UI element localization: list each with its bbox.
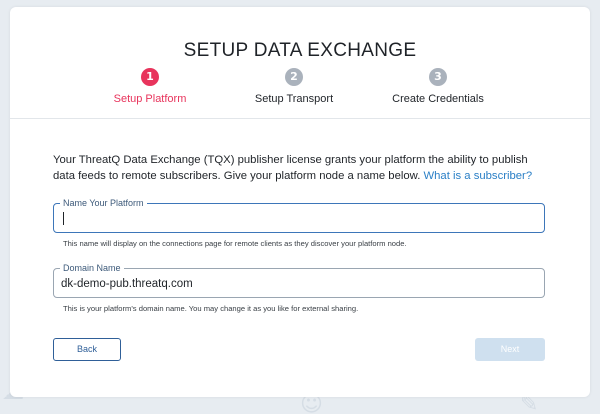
- next-button[interactable]: Next: [475, 338, 545, 361]
- step-label: Create Credentials: [392, 93, 484, 105]
- setup-dialog: SETUP DATA EXCHANGE 1 Setup Platform 2 S…: [10, 7, 590, 397]
- step-indicator: 1 Setup Platform 2 Setup Transport 3 Cre…: [10, 68, 590, 118]
- text-cursor: [63, 212, 64, 225]
- step-setup-transport[interactable]: 2 Setup Transport: [219, 68, 369, 105]
- platform-name-label: Name Your Platform: [60, 197, 147, 209]
- step-number-badge: 2: [285, 68, 303, 86]
- platform-name-input[interactable]: [61, 211, 531, 227]
- page-title: SETUP DATA EXCHANGE: [183, 40, 417, 61]
- intro-text: Your ThreatQ Data Exchange (TQX) publish…: [53, 152, 548, 184]
- domain-name-help: This is your platform's domain name. You…: [63, 304, 359, 313]
- domain-name-input[interactable]: [61, 276, 531, 292]
- step-number-badge: 3: [429, 68, 447, 86]
- step-create-credentials[interactable]: 3 Create Credentials: [363, 68, 513, 105]
- step-setup-platform[interactable]: 1 Setup Platform: [75, 68, 225, 105]
- step-label: Setup Transport: [254, 93, 334, 105]
- step-label: Setup Platform: [113, 93, 187, 105]
- what-is-subscriber-link[interactable]: What is a subscriber?: [423, 170, 532, 182]
- domain-name-field[interactable]: Domain Name: [53, 262, 545, 298]
- header-divider: [10, 118, 590, 119]
- domain-name-label: Domain Name: [60, 262, 124, 274]
- platform-name-help: This name will display on the connection…: [63, 239, 407, 248]
- platform-name-field[interactable]: Name Your Platform: [53, 197, 545, 233]
- step-number-badge: 1: [141, 68, 159, 86]
- back-button[interactable]: Back: [53, 338, 121, 361]
